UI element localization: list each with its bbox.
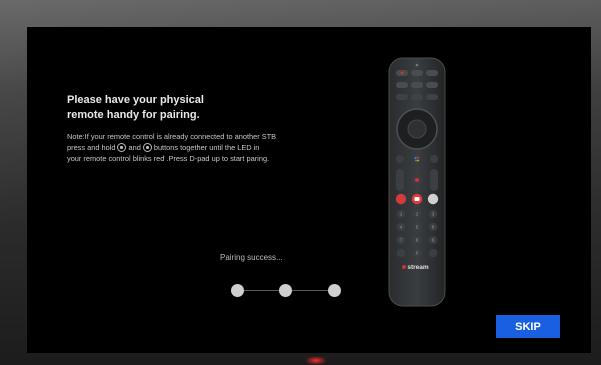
note-line-2-mid: and — [128, 143, 141, 152]
led-glow — [305, 356, 327, 365]
note-line-2-pre: press and hold — [67, 143, 116, 152]
progress-connector-2 — [292, 290, 328, 291]
progress-step-3 — [328, 284, 341, 297]
progress-connector-1 — [243, 290, 279, 291]
pairing-note: Note:If your remote control is already c… — [67, 131, 367, 164]
voice-search-icon — [413, 155, 421, 163]
pairing-status: Pairing success... — [220, 253, 283, 262]
menu-icon — [430, 155, 438, 163]
page-title: Please have your physical remote handy f… — [67, 93, 287, 123]
app-icon — [427, 193, 439, 205]
skip-button[interactable]: SKIP — [496, 315, 560, 338]
note-line-3: your remote control blinks red .Press D-… — [67, 154, 270, 163]
note-line-2: press and hold and buttons together until … — [67, 142, 367, 153]
note-line-2-post: buttons together until the LED in — [153, 143, 260, 152]
tv-screen: Please have your physical remote handy f… — [27, 27, 591, 353]
back-icon — [396, 155, 404, 163]
netflix-icon — [395, 193, 407, 205]
remote-brand-label: stream — [407, 264, 429, 271]
note-line-1: Note:If your remote control is already c… — [67, 132, 277, 141]
back-button-icon — [117, 143, 127, 152]
progress-step-2 — [279, 284, 292, 297]
title-line-1: Please have your physical — [67, 94, 204, 106]
remote-control-image: 1 2 3 4 5 6 7 8 9 0 stream — [388, 57, 446, 307]
pairing-progress — [231, 284, 341, 298]
title-line-2: remote handy for pairing. — [67, 109, 200, 121]
menu-button-icon — [142, 143, 152, 152]
progress-step-1 — [231, 284, 244, 297]
